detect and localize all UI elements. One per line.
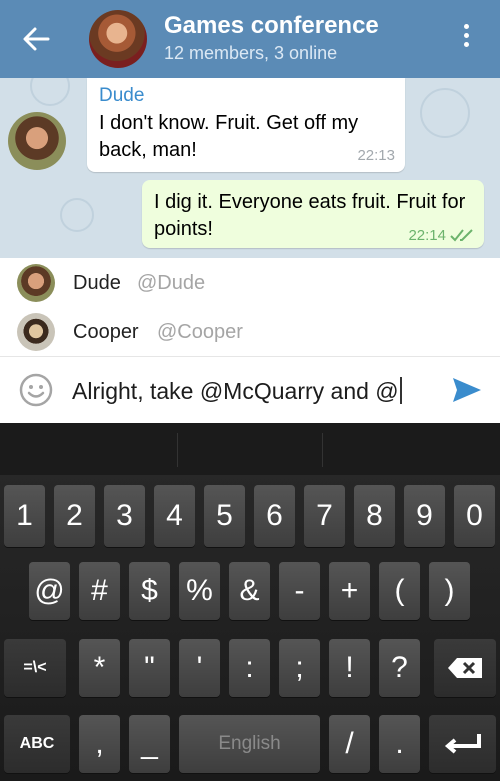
backspace-icon: [448, 658, 482, 678]
key-semicolon[interactable]: ;: [279, 639, 320, 697]
key-colon[interactable]: :: [229, 639, 270, 697]
message-time: 22:13: [357, 147, 395, 164]
key-percent[interactable]: %: [179, 562, 220, 620]
key-exclamation[interactable]: !: [329, 639, 370, 697]
key-at[interactable]: @: [29, 562, 70, 620]
suggestion-divider: [177, 433, 178, 467]
key-3[interactable]: 3: [104, 485, 145, 547]
background-doodle: [60, 198, 94, 232]
message-list[interactable]: Dude I don't know. Fruit. Get off my bac…: [0, 78, 500, 258]
suggestion-strip: [0, 423, 500, 475]
message-input[interactable]: Alright, take @McQuarry and @: [72, 377, 402, 405]
key-0[interactable]: 0: [454, 485, 495, 547]
more-options-icon[interactable]: [458, 24, 474, 54]
message-text: I don't know. Fruit. Get off my back, ma…: [99, 112, 359, 161]
message-input-text: Alright, take @McQuarry and @: [72, 378, 399, 404]
key-close-paren[interactable]: ): [429, 562, 470, 620]
key-period[interactable]: .: [379, 715, 420, 773]
keyboard: 1 2 3 4 5 6 7 8 9 0 @ # $ % & - + ( ) =\…: [0, 423, 500, 781]
mention-handle: @Cooper: [157, 321, 243, 343]
space-key[interactable]: English: [179, 715, 320, 773]
key-comma[interactable]: ,: [79, 715, 120, 773]
key-minus[interactable]: -: [279, 562, 320, 620]
chat-subtitle: 12 members, 3 online: [164, 43, 338, 63]
group-avatar[interactable]: [89, 10, 147, 68]
key-dollar[interactable]: $: [129, 562, 170, 620]
sender-name[interactable]: Dude: [99, 85, 144, 107]
key-9[interactable]: 9: [404, 485, 445, 547]
outgoing-message[interactable]: I dig it. Everyone eats fruit. Fruit for…: [142, 180, 484, 248]
key-slash[interactable]: /: [329, 715, 370, 773]
suggestion-divider: [322, 433, 323, 467]
send-icon[interactable]: [451, 374, 483, 406]
key-open-paren[interactable]: (: [379, 562, 420, 620]
mention-item[interactable]: Cooper @Cooper: [0, 307, 500, 357]
enter-key[interactable]: [429, 715, 496, 773]
key-asterisk[interactable]: *: [79, 639, 120, 697]
mention-name: Dude: [73, 272, 121, 294]
key-4[interactable]: 4: [154, 485, 195, 547]
mention-item[interactable]: Dude @Dude: [0, 258, 500, 308]
emoji-icon[interactable]: [19, 373, 53, 407]
key-hash[interactable]: #: [79, 562, 120, 620]
key-underscore[interactable]: _: [129, 715, 170, 773]
back-arrow-icon[interactable]: [22, 26, 50, 52]
incoming-message[interactable]: Dude I don't know. Fruit. Get off my bac…: [87, 78, 405, 172]
sender-avatar[interactable]: [8, 112, 66, 170]
backspace-key[interactable]: [434, 639, 496, 697]
mention-avatar: [17, 264, 55, 302]
key-single-quote[interactable]: ': [179, 639, 220, 697]
message-time: 22:14: [408, 227, 446, 244]
key-7[interactable]: 7: [304, 485, 345, 547]
mention-suggestions: Dude @Dude Cooper @Cooper: [0, 258, 500, 357]
key-double-quote[interactable]: ": [129, 639, 170, 697]
mention-name: Cooper: [73, 321, 139, 343]
key-2[interactable]: 2: [54, 485, 95, 547]
chat-title[interactable]: Games conference: [164, 12, 379, 40]
key-8[interactable]: 8: [354, 485, 395, 547]
key-ampersand[interactable]: &: [229, 562, 270, 620]
key-1[interactable]: 1: [4, 485, 45, 547]
key-plus[interactable]: +: [329, 562, 370, 620]
mention-handle: @Dude: [137, 272, 206, 294]
text-caret: [399, 377, 402, 404]
mention-avatar: [17, 313, 55, 351]
key-abc[interactable]: ABC: [4, 715, 70, 773]
key-5[interactable]: 5: [204, 485, 245, 547]
enter-icon: [444, 734, 481, 754]
read-checkmarks-icon: [450, 229, 473, 242]
chat-header: Games conference 12 members, 3 online: [0, 0, 500, 78]
composer: Alright, take @McQuarry and @: [0, 357, 500, 423]
key-question[interactable]: ?: [379, 639, 420, 697]
background-doodle: [30, 78, 70, 106]
key-symbols-shift[interactable]: =\<: [4, 639, 66, 697]
key-6[interactable]: 6: [254, 485, 295, 547]
background-doodle: [420, 88, 470, 138]
